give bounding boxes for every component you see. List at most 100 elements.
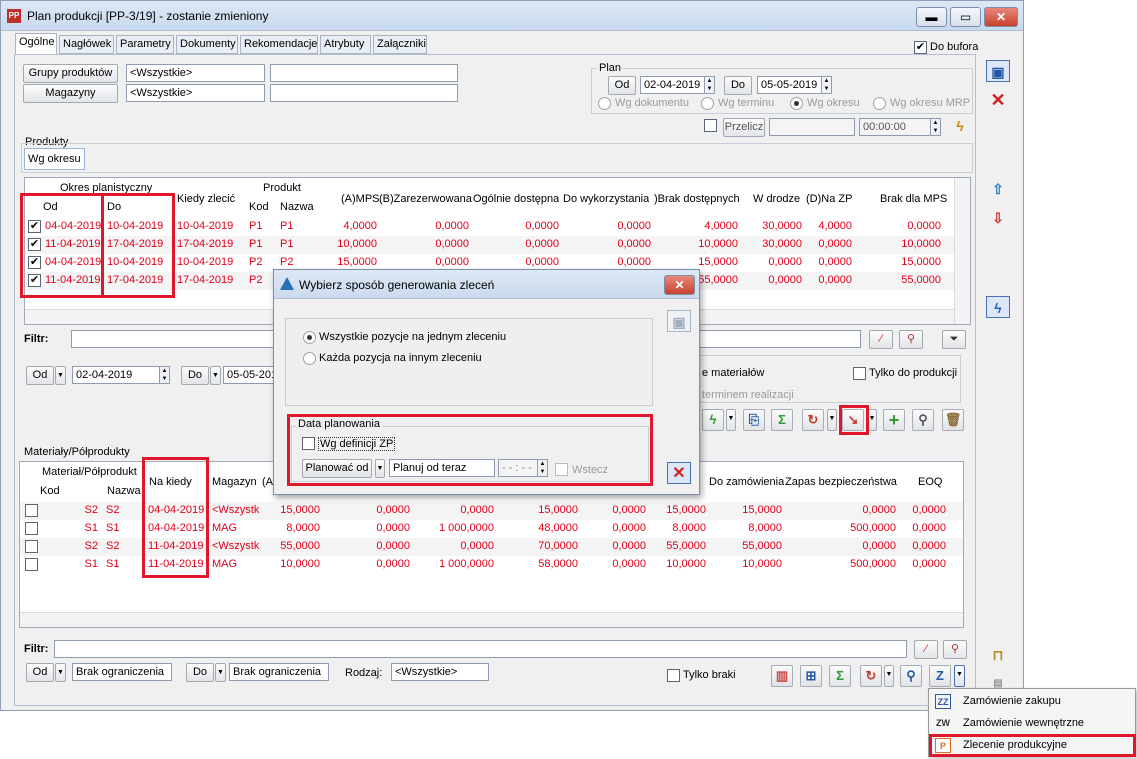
tab-parametry[interactable]: Parametry xyxy=(116,35,174,54)
produkty-do-field[interactable]: 05-05-201 xyxy=(223,366,277,384)
materialy-hscroll[interactable] xyxy=(20,612,963,627)
sum-icon[interactable]: Σ xyxy=(771,409,793,431)
col-b-zarezerwowana[interactable]: (B)Zarezerwowana xyxy=(379,193,472,205)
produkty-filtr-dropdown-icon[interactable]: ⏷ xyxy=(942,330,966,349)
materialy-od-field[interactable]: Brak ograniczenia xyxy=(72,663,172,681)
grupy-produktow-button[interactable]: Grupy produktów xyxy=(23,64,118,83)
materialy-order-icon[interactable]: Z xyxy=(929,665,951,687)
time-spinner[interactable]: ▲ ▼ xyxy=(930,118,941,136)
materialy-filtr-clear-icon[interactable]: ⁄ xyxy=(914,640,938,659)
generate-icon[interactable]: ϟ xyxy=(702,409,724,431)
tab-naglowek[interactable]: Nagłówek xyxy=(59,35,114,54)
lightning-icon[interactable]: ϟ xyxy=(986,296,1010,318)
radio-wszystkie-pozycje[interactable] xyxy=(303,331,316,344)
add-icon[interactable]: + xyxy=(883,409,905,431)
produkty-od-button[interactable]: Od xyxy=(26,366,54,385)
tab-rekomendacje[interactable]: Rekomendacje xyxy=(240,35,318,54)
dialog-cancel-icon[interactable]: ✕ xyxy=(667,462,691,484)
tab-zalaczniki[interactable]: Załączniki xyxy=(373,35,427,54)
time-field[interactable]: 00:00:00 xyxy=(859,118,931,136)
plan-od-spinner[interactable]: ▲ ▼ xyxy=(704,76,715,94)
materialy-row-checkbox[interactable] xyxy=(25,540,38,553)
materialy-search-icon[interactable]: ⚲ xyxy=(900,665,922,687)
cancel-icon[interactable]: ✕ xyxy=(986,89,1010,111)
materialy-od-button[interactable]: Od xyxy=(26,663,54,682)
plan-do-spinner[interactable]: ▲ ▼ xyxy=(821,76,832,94)
produkty-vscroll[interactable] xyxy=(954,178,970,324)
col-m-eoq[interactable]: EOQ xyxy=(918,476,942,488)
col-do-wykorzystania[interactable]: Do wykorzystania xyxy=(563,193,649,205)
col-nazwa[interactable]: Nazwa xyxy=(280,201,314,213)
col-m-do-zamowienia[interactable]: Do zamówienia xyxy=(709,476,784,488)
menu-item-zamowienie-zakupu[interactable]: ZZ Zamówienie zakupu xyxy=(929,691,1135,712)
produkty-filtr-clear-icon[interactable]: ⁄ xyxy=(869,330,893,349)
col-m-nazwa[interactable]: Nazwa xyxy=(107,485,141,497)
col-m-kod[interactable]: Kod xyxy=(40,485,60,497)
tylko-do-produkcji-checkbox[interactable] xyxy=(853,367,866,380)
col-brak-dla-mps[interactable]: Brak dla MPS xyxy=(880,193,947,205)
przelicz-field[interactable] xyxy=(769,118,855,136)
materialy-do-dropdown[interactable]: ▼ xyxy=(215,663,226,682)
materialy-do-field[interactable]: Brak ograniczenia xyxy=(229,663,329,681)
structure-icon[interactable]: ⊞ xyxy=(800,665,822,687)
refresh-dropdown[interactable]: ▼ xyxy=(827,409,837,431)
tab-ogolne[interactable]: Ogólne xyxy=(15,33,57,55)
magazyny-field[interactable]: <Wszystkie> xyxy=(126,84,265,102)
plan-do-button[interactable]: Do xyxy=(724,76,752,95)
produkty-do-dropdown[interactable]: ▼ xyxy=(210,366,221,385)
produkty-do-button[interactable]: Do xyxy=(181,366,209,385)
import-icon[interactable]: ⇩ xyxy=(986,207,1010,229)
radio-kazda-pozycja[interactable] xyxy=(303,352,316,365)
export-icon[interactable]: ⇧ xyxy=(986,178,1010,200)
col-a-mps[interactable]: (A)MPS xyxy=(341,193,380,205)
radio-wg-okresu[interactable] xyxy=(790,97,803,110)
dialog-close-button[interactable]: ✕ xyxy=(664,275,695,295)
col-brak-dostepnych[interactable]: )Brak dostępnych xyxy=(654,193,740,205)
do-bufora-checkbox[interactable]: ✔ xyxy=(914,41,927,54)
grupy-produktow-extra-field[interactable] xyxy=(270,64,458,82)
col-w-drodze[interactable]: W drodze xyxy=(753,193,800,205)
rodzaj-select[interactable]: <Wszystkie> xyxy=(391,663,489,681)
materialy-do-button[interactable]: Do xyxy=(186,663,214,682)
przelicz-button[interactable]: Przelicz xyxy=(723,118,765,137)
materialy-order-dropdown[interactable]: ▼ xyxy=(954,665,965,687)
plan-od-field[interactable]: 02-04-2019 xyxy=(640,76,705,94)
materialy-refresh-icon[interactable]: ↻ xyxy=(860,665,882,687)
materialy-filtr-search-icon[interactable]: ⚲ xyxy=(943,640,967,659)
menu-item-zamowienie-wewnetrzne[interactable]: ZW Zamówienie wewnętrzne xyxy=(929,713,1135,734)
grupy-produktow-field[interactable]: <Wszystkie> xyxy=(126,64,265,82)
radio-wg-terminu[interactable] xyxy=(701,97,714,110)
save-icon[interactable]: ▣ xyxy=(986,60,1010,82)
refresh-icon[interactable]: ↻ xyxy=(802,409,824,431)
minimize-button[interactable]: ▬ xyxy=(916,7,947,27)
materialy-row-checkbox[interactable] xyxy=(25,504,38,517)
radio-wg-dokumentu[interactable] xyxy=(598,97,611,110)
lock-icon[interactable]: ⊓ xyxy=(986,644,1010,666)
materialy-filtr-field[interactable] xyxy=(54,640,907,658)
subtab-wg-okresu[interactable]: Wg okresu xyxy=(24,148,85,170)
col-m-magazyn[interactable]: Magazyn xyxy=(212,476,257,488)
plan-od-button[interactable]: Od xyxy=(608,76,636,95)
maximize-button[interactable]: ▭ xyxy=(950,7,981,27)
close-button[interactable]: ✕ xyxy=(984,7,1018,27)
delete-icon[interactable]: 🗑 xyxy=(942,409,964,431)
dialog-save-icon[interactable]: ▣ xyxy=(667,310,691,332)
plan-do-field[interactable]: 05-05-2019 xyxy=(757,76,822,94)
col-ogolnie-dostepna[interactable]: Ogólnie dostępna xyxy=(473,193,559,205)
col-kod[interactable]: Kod xyxy=(249,201,269,213)
recalc-icon[interactable]: ϟ xyxy=(948,115,972,137)
produkty-od-field[interactable]: 02-04-2019 xyxy=(72,366,160,384)
tab-dokumenty[interactable]: Dokumenty xyxy=(176,35,238,54)
magazyny-button[interactable]: Magazyny xyxy=(23,84,118,103)
produkty-filtr-search-icon[interactable]: ⚲ xyxy=(899,330,923,349)
materialy-refresh-dropdown[interactable]: ▼ xyxy=(884,665,894,687)
col-d-na-zp[interactable]: (D)Na ZP xyxy=(806,193,852,205)
materialy-row-checkbox[interactable] xyxy=(25,558,38,571)
col-kiedy-zlecic[interactable]: Kiedy zlecić xyxy=(177,193,235,205)
magazyny-extra-field[interactable] xyxy=(270,84,458,102)
radio-wg-okresu-mrp[interactable] xyxy=(873,97,886,110)
przelicz-checkbox[interactable] xyxy=(704,119,717,132)
produkty-od-spinner[interactable]: ▲ ▼ xyxy=(159,366,170,384)
tylko-braki-checkbox[interactable] xyxy=(667,669,680,682)
materialy-sum-icon[interactable]: Σ xyxy=(829,665,851,687)
